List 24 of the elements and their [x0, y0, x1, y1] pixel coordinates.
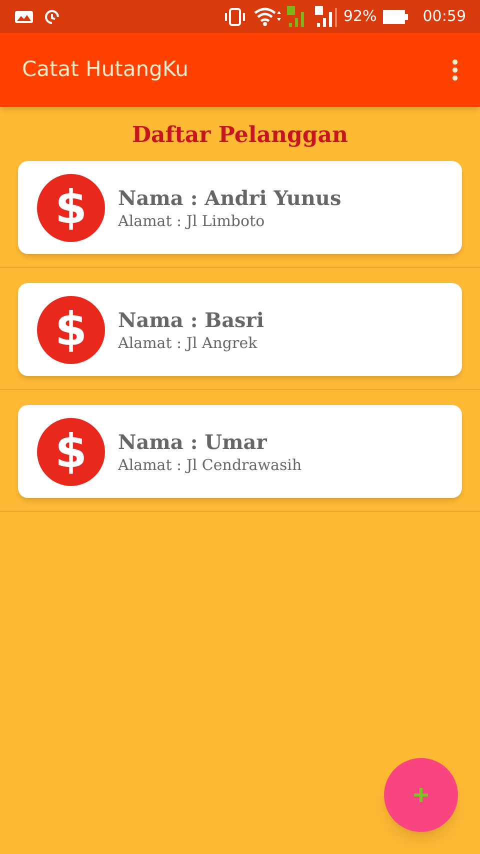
more-options-icon[interactable] [452, 59, 458, 81]
plus-icon [413, 787, 429, 803]
page-heading: Daftar Pelanggan [132, 121, 348, 150]
customer-address: Alamat : Jl Limboto [118, 210, 266, 230]
customer-address: Alamat : Jl Cendrawasih [118, 454, 302, 474]
customer-name: Nama : Umar [118, 428, 268, 454]
app-title: Catat HutangKu [22, 56, 190, 84]
customer-address: Alamat : Jl Angrek [118, 332, 258, 352]
battery-percent: 92% [343, 6, 377, 28]
sync-icon [44, 8, 62, 24]
image-icon [14, 10, 34, 24]
dollar-icon: $ [37, 296, 105, 364]
customer-name: Nama : Andri Yunus [118, 184, 342, 210]
battery-icon [382, 10, 409, 24]
signal-icon [315, 6, 340, 28]
dollar-icon: $ [37, 418, 105, 486]
wifi-icon [253, 6, 282, 26]
dollar-icon: $ [37, 174, 105, 242]
customer-name: Nama : Basri [118, 306, 264, 332]
customer-card[interactable]: $ Nama : Basri Alamat : Jl Angrek [18, 283, 462, 376]
customer-card[interactable]: $ Nama : Andri Yunus Alamat : Jl Limboto [18, 161, 462, 254]
clock: 00:59 [422, 6, 466, 28]
customer-card[interactable]: $ Nama : Umar Alamat : Jl Cendrawasih [18, 405, 462, 498]
vibrate-icon [223, 6, 248, 26]
